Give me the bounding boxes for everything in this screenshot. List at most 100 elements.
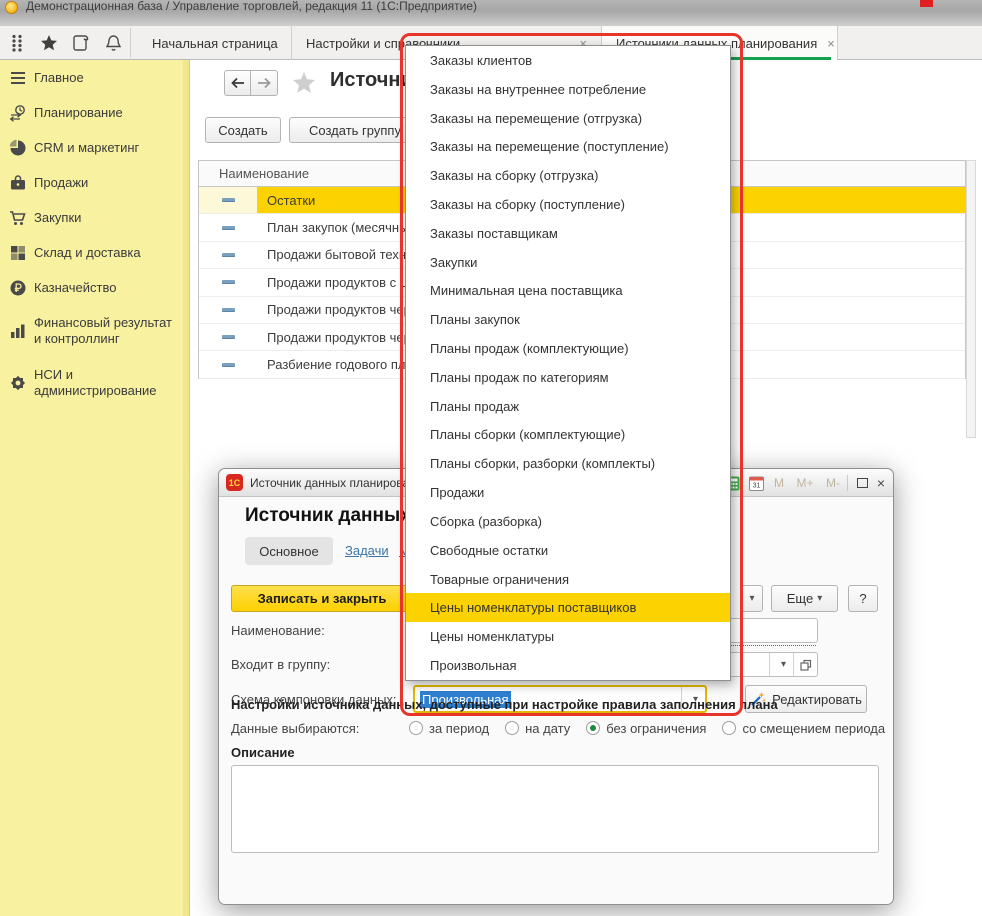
dropdown-item[interactable]: Заказы на перемещение (отгрузка) <box>406 104 730 133</box>
window-title: Демонстрационная база / Управление торго… <box>26 0 477 13</box>
dropdown-item[interactable]: Закупки <box>406 248 730 277</box>
briefcase-icon <box>9 174 27 192</box>
dropdown-item[interactable]: Заказы на внутреннее потребление <box>406 75 730 104</box>
radio-option-period[interactable]: за период <box>409 721 489 736</box>
maximize-button[interactable] <box>853 473 871 493</box>
sidebar-item-financial-result[interactable]: Финансовый результат и контроллинг <box>0 305 189 357</box>
history-button[interactable] <box>68 30 94 56</box>
1c-app-icon <box>5 1 18 14</box>
1c-logo-icon: 1С <box>226 474 243 491</box>
sidebar-item-warehouse[interactable]: Склад и доставка <box>0 235 189 270</box>
memory-plus-button[interactable]: M+ <box>793 473 817 493</box>
sidebar-item-treasury[interactable]: Казначейство <box>0 270 189 305</box>
forward-button[interactable] <box>251 70 278 96</box>
radio-option-date[interactable]: на дату <box>505 721 570 736</box>
window-titlebar: Демонстрационная база / Управление торго… <box>0 0 982 26</box>
calendar-icon[interactable]: 31 <box>747 473 765 493</box>
sidebar-label: Главное <box>34 70 84 86</box>
split-button-fragment[interactable] <box>741 585 763 612</box>
dropdown-item[interactable]: Заказы на сборку (поступление) <box>406 190 730 219</box>
help-button[interactable]: ? <box>848 585 878 612</box>
data-select-label: Данные выбираются: <box>231 721 359 736</box>
radio-label: на дату <box>525 721 570 736</box>
radio-label: за период <box>429 721 489 736</box>
dropdown-item-highlighted[interactable]: Цены номенклатуры поставщиков <box>406 593 730 622</box>
navigation-buttons <box>224 70 278 96</box>
tab-close-icon[interactable] <box>817 36 835 51</box>
create-group-button[interactable]: Создать группу <box>289 117 421 143</box>
dropdown-item[interactable]: Заказы на сборку (отгрузка) <box>406 161 730 190</box>
dialog-tab-main[interactable]: Основное <box>245 537 333 565</box>
favorites-button[interactable] <box>36 30 62 56</box>
dropdown-item[interactable]: Продажи <box>406 478 730 507</box>
sidebar-label: НСИ и администрирование <box>34 367 177 399</box>
create-button[interactable]: Создать <box>205 117 281 143</box>
element-icon <box>199 269 257 295</box>
sidebar-label: Продажи <box>34 175 88 191</box>
sidebar-item-nsi-administration[interactable]: НСИ и администрирование <box>0 357 189 409</box>
name-field-label: Наименование: <box>231 623 325 638</box>
close-button[interactable] <box>873 473 889 493</box>
dropdown-item[interactable]: Планы сборки, разборки (комплекты) <box>406 449 730 478</box>
notifications-button[interactable] <box>100 30 126 56</box>
save-and-close-button[interactable]: Записать и закрыть <box>231 585 413 612</box>
dropdown-item[interactable]: Минимальная цена поставщика <box>406 277 730 306</box>
dropdown-item[interactable]: Заказы клиентов <box>406 46 730 75</box>
sidebar-label: CRM и маркетинг <box>34 140 139 156</box>
dropdown-item[interactable]: Свободные остатки <box>406 536 730 565</box>
sidebar-item-purchases[interactable]: Закупки <box>0 200 189 235</box>
dropdown-item[interactable]: Сборка (разборка) <box>406 507 730 536</box>
tab-home-label: Начальная страница <box>152 36 278 51</box>
tab-home[interactable]: Начальная страница <box>130 26 292 60</box>
radio-icon <box>722 721 736 735</box>
dialog-tab-tasks[interactable]: Задачи <box>345 543 389 558</box>
dropdown-item[interactable]: Товарные ограничения <box>406 565 730 594</box>
group-field-label: Входит в группу: <box>231 657 330 672</box>
element-icon <box>199 214 257 240</box>
element-icon <box>199 324 257 350</box>
arrow-left-icon <box>231 77 245 89</box>
close-button-sliver[interactable] <box>920 0 933 7</box>
sidebar-item-sales[interactable]: Продажи <box>0 165 189 200</box>
sidebar-label: Планирование <box>34 105 123 121</box>
bell-icon <box>105 34 122 52</box>
radio-option-period-shift[interactable]: со смещением периода <box>722 721 885 736</box>
sidebar-item-main[interactable]: Главное <box>0 60 189 95</box>
main-menu-button[interactable] <box>4 30 30 56</box>
dropdown-item[interactable]: Планы продаж <box>406 392 730 421</box>
section-sidebar: Главное Планирование CRM и маркетинг Про… <box>0 60 190 916</box>
more-button[interactable]: Еще <box>771 585 838 612</box>
description-textarea[interactable] <box>231 765 879 853</box>
radio-label: со смещением периода <box>742 721 885 736</box>
star-icon <box>40 34 58 52</box>
vertical-scrollbar[interactable] <box>966 160 976 438</box>
dropdown-item[interactable]: Цены номенклатуры <box>406 622 730 651</box>
planning-icon <box>9 104 27 122</box>
favorite-star-button[interactable] <box>292 71 316 94</box>
app-window: Демонстрационная база / Управление торго… <box>0 0 982 916</box>
memory-recall-button[interactable]: M <box>771 473 787 493</box>
dropdown-item[interactable]: Планы сборки (комплектующие) <box>406 421 730 450</box>
dropdown-item[interactable]: Планы продаж по категориям <box>406 363 730 392</box>
sidebar-label: Закупки <box>34 210 81 226</box>
pie-chart-icon <box>9 139 27 157</box>
sidebar-item-crm[interactable]: CRM и маркетинг <box>0 130 189 165</box>
group-dropdown-button[interactable] <box>769 653 793 676</box>
dropdown-item[interactable]: Заказы на перемещение (поступление) <box>406 132 730 161</box>
dropdown-item[interactable]: Планы закупок <box>406 305 730 334</box>
open-icon <box>800 659 812 671</box>
memory-minus-button[interactable]: M- <box>821 473 845 493</box>
element-icon <box>199 351 257 377</box>
back-button[interactable] <box>224 70 251 96</box>
sidebar-label: Склад и доставка <box>34 245 141 261</box>
sidebar-item-planning[interactable]: Планирование <box>0 95 189 130</box>
element-icon <box>199 297 257 323</box>
dropdown-item[interactable]: Заказы поставщикам <box>406 219 730 248</box>
sidebar-label: Финансовый результат и контроллинг <box>34 315 177 347</box>
dropdown-item[interactable]: Планы продаж (комплектующие) <box>406 334 730 363</box>
dropdown-item[interactable]: Произвольная <box>406 651 730 680</box>
radio-option-no-limit[interactable]: без ограничения <box>586 721 706 736</box>
sidebar-label: Казначейство <box>34 280 116 296</box>
group-open-button[interactable] <box>793 653 817 676</box>
boxes-icon <box>9 244 27 262</box>
